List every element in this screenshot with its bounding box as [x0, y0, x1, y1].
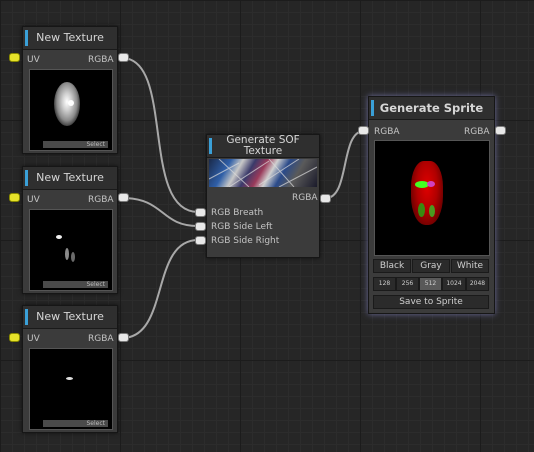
- size-512-button[interactable]: 512: [419, 277, 442, 291]
- wire-sof-to-sprite: [325, 130, 365, 199]
- thumbnail-art: [209, 159, 317, 187]
- input-rgb-side-right-label: RGB Side Right: [211, 236, 280, 246]
- uv-input-pin[interactable]: [9, 333, 20, 342]
- preview-shape: [71, 252, 75, 262]
- node-title: Generate SOF Texture: [226, 134, 300, 157]
- preview-shape: [56, 235, 62, 239]
- texture-preview: [29, 348, 113, 430]
- size-256-button[interactable]: 256: [396, 277, 419, 291]
- generate-sof-texture-node[interactable]: Generate SOF Texture RGBA RGB Breath RGB…: [206, 134, 320, 258]
- rgba-output-pin[interactable]: [118, 193, 129, 202]
- node-title-bar[interactable]: New Texture: [23, 167, 117, 190]
- bg-gray-button[interactable]: Gray: [412, 259, 450, 273]
- sof-thumbnail: [209, 159, 317, 187]
- rgba-input-label: RGBA: [374, 127, 400, 137]
- title-accent-bar: [209, 138, 212, 154]
- select-button[interactable]: Select: [43, 281, 108, 288]
- texture-preview: [29, 69, 113, 151]
- select-button[interactable]: Select: [43, 141, 108, 148]
- size-128-button[interactable]: 128: [373, 277, 396, 291]
- title-accent-bar: [371, 100, 374, 116]
- uv-input-label: UV: [27, 195, 40, 205]
- sprite-red-shape: [411, 161, 443, 225]
- save-to-sprite-button[interactable]: Save to Sprite: [373, 295, 489, 309]
- texture-node-2[interactable]: New Texture UV RGBA Select: [22, 166, 118, 294]
- node-title-bar[interactable]: Generate SOF Texture: [207, 135, 319, 158]
- uv-input-pin[interactable]: [9, 193, 20, 202]
- wire-texture2-to-side-left: [121, 197, 199, 227]
- node-title: New Texture: [36, 310, 104, 323]
- rgba-output-label: RGBA: [88, 195, 114, 205]
- input-rgb-breath-label: RGB Breath: [211, 208, 264, 218]
- node-title-bar[interactable]: New Texture: [23, 27, 117, 50]
- sprite-preview: [374, 140, 490, 256]
- title-accent-bar: [25, 30, 28, 46]
- title-accent-bar: [25, 170, 28, 186]
- rgba-output-label: RGBA: [292, 193, 318, 203]
- rgb-side-left-input-pin[interactable]: [195, 222, 206, 231]
- preview-shape: [54, 82, 80, 126]
- uv-input-label: UV: [27, 55, 40, 65]
- rgba-input-pin[interactable]: [358, 126, 369, 135]
- texture-node-3[interactable]: New Texture UV RGBA Select: [22, 305, 118, 433]
- preview-shape: [65, 248, 69, 260]
- texture-preview: [29, 209, 113, 291]
- preview-highlight: [68, 100, 74, 106]
- rgb-side-right-input-pin[interactable]: [195, 236, 206, 245]
- node-title: New Texture: [36, 31, 104, 44]
- uv-input-pin[interactable]: [9, 53, 20, 62]
- sprite-green-shape: [418, 203, 425, 217]
- preview-shape: [66, 377, 73, 380]
- wire-texture1-to-breath: [121, 57, 199, 213]
- size-2048-button[interactable]: 2048: [466, 277, 489, 291]
- size-1024-button[interactable]: 1024: [442, 277, 466, 291]
- wire-texture3-to-side-right: [121, 239, 199, 339]
- node-title-bar[interactable]: New Texture: [23, 306, 117, 329]
- node-title-bar[interactable]: Generate Sprite: [369, 97, 494, 120]
- bg-white-button[interactable]: White: [451, 259, 489, 273]
- rgba-output-label: RGBA: [464, 127, 490, 137]
- rgba-output-label: RGBA: [88, 334, 114, 344]
- node-title: Generate Sprite: [379, 101, 484, 115]
- sprite-green-shape: [429, 205, 435, 217]
- rgba-output-pin[interactable]: [495, 126, 506, 135]
- generate-sprite-node[interactable]: Generate Sprite RGBA RGBA Black Gray Whi…: [368, 96, 495, 314]
- texture-node-1[interactable]: New Texture UV RGBA Select: [22, 26, 118, 154]
- uv-input-label: UV: [27, 334, 40, 344]
- rgba-output-pin[interactable]: [118, 333, 129, 342]
- title-accent-bar: [25, 309, 28, 325]
- rgb-breath-input-pin[interactable]: [195, 208, 206, 217]
- rgba-output-label: RGBA: [88, 55, 114, 65]
- select-button[interactable]: Select: [43, 420, 108, 427]
- node-title: New Texture: [36, 171, 104, 184]
- rgba-output-pin[interactable]: [320, 194, 331, 203]
- bg-black-button[interactable]: Black: [373, 259, 411, 273]
- rgba-output-pin[interactable]: [118, 53, 129, 62]
- sprite-magenta-shape: [427, 181, 435, 187]
- input-rgb-side-left-label: RGB Side Left: [211, 222, 273, 232]
